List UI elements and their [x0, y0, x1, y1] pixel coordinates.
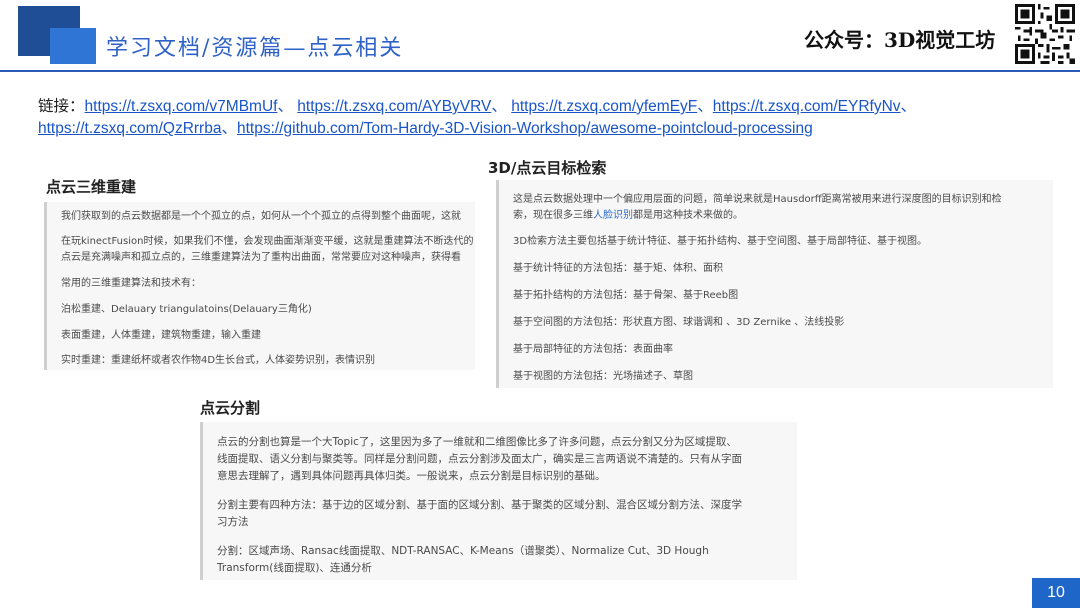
header-divider	[0, 70, 1080, 72]
qr-code-icon	[1015, 4, 1075, 64]
retrieval-panel: 这是点云数据处理中一个偏应用层面的问题，简单说来就是Hausdorff距离常被用…	[496, 180, 1053, 388]
retrieval-line: 基于空间图的方法包括：形状直方图、球谐调和 、3D Zernike 、法线投影	[513, 317, 845, 328]
links-paragraph: 链接：https://t.zsxq.com/v7MBmUf、 https://t…	[38, 96, 1068, 140]
face-recognition-link[interactable]: 人脸识别	[593, 210, 633, 221]
retrieval-line: 基于统计特征的方法包括：基于矩、体积、面积	[513, 263, 723, 274]
reconstruction-line: 实时重建：重建纸杯或者农作物4D生长台式，人体姿势识别，表情识别	[61, 355, 376, 366]
link-5[interactable]: https://t.zsxq.com/QzRrrba	[38, 120, 221, 137]
retrieval-line: 基于拓扑结构的方法包括：基于骨架、基于Reeb图	[513, 290, 739, 301]
reconstruction-line: 在玩kinectFusion时候，如果我们不懂，会发现曲面渐渐变平缓，这就是重建…	[61, 236, 474, 247]
link-separator: 、	[221, 120, 237, 137]
retrieval-line: 3D检索方法主要包括基于统计特征、基于拓扑结构、基于空间图、基于局部特征、基于视…	[513, 236, 928, 247]
retrieval-text: 索，现在很多三维	[513, 210, 593, 221]
reconstruction-line: 表面重建，人体重建，建筑物重建，输入重建	[61, 330, 261, 341]
page-number: 10	[1032, 578, 1080, 608]
reconstruction-line: 常用的三维重建算法和技术有：	[61, 278, 201, 289]
segmentation-line: 线面提取、语义分割与聚类等。同样是分割问题，点云分割涉及面太广，确实是三言两语说…	[217, 453, 742, 465]
segmentation-line: 意思去理解了，遇到具体问题再具体归类。一般说来，点云分割是目标识别的基础。	[217, 470, 606, 482]
segmentation-line: Transform(线面提取)、连通分析	[217, 562, 372, 574]
link-4[interactable]: https://t.zsxq.com/EYRfyNv	[713, 98, 901, 115]
links-prefix: 链接：	[38, 98, 85, 115]
segmentation-line: 分割主要有四种方法：基于边的区域分割、基于面的区域分割、基于聚类的区域分割、混合…	[217, 499, 742, 511]
segmentation-line: 习方法	[217, 516, 249, 528]
link-separator: 、	[697, 98, 713, 115]
logo-square-light	[50, 28, 96, 64]
reconstruction-line: 我们获取到的点云数据都是一个个孤立的点，如何从一个个孤立的点得到整个曲面呢，这就	[61, 211, 461, 222]
link-2[interactable]: https://t.zsxq.com/AYByVRV	[297, 98, 491, 115]
retrieval-line: 索，现在很多三维人脸识别都是用这种技术来做的。	[513, 208, 743, 224]
retrieval-text: 都是用这种技术来做的。	[633, 210, 743, 221]
retrieval-line: 基于视图的方法包括：光场描述子、草图	[513, 371, 693, 382]
section-title-reconstruction: 点云三维重建	[46, 178, 137, 196]
link-3[interactable]: https://t.zsxq.com/yfemEyF	[511, 98, 697, 115]
page-title: 学习文档/资源篇—点云相关	[106, 36, 404, 61]
segmentation-line: 分割：区域声场、Ransac线面提取、NDT-RANSAC、K-Means（谱聚…	[217, 545, 709, 557]
section-title-segmentation: 点云分割	[200, 399, 261, 417]
link-1[interactable]: https://t.zsxq.com/v7MBmUf	[85, 98, 278, 115]
segmentation-line: 点云的分割也算是一个大Topic了，这里因为多了一维就和二维图像比多了许多问题，…	[217, 436, 737, 448]
link-6[interactable]: https://github.com/Tom-Hardy-3D-Vision-W…	[237, 120, 813, 137]
link-separator: 、	[277, 98, 293, 115]
link-separator: 、	[900, 98, 917, 115]
reconstruction-panel: 我们获取到的点云数据都是一个个孤立的点，如何从一个个孤立的点得到整个曲面呢，这就…	[44, 202, 475, 370]
reconstruction-line: 点云是充满噪声和孤立点的，三维重建算法为了重构出曲面，常常要应对这种噪声，获得看	[61, 252, 461, 263]
segmentation-panel: 点云的分割也算是一个大Topic了，这里因为多了一维就和二维图像比多了许多问题，…	[200, 422, 797, 580]
section-title-retrieval: 3D/点云目标检索	[488, 159, 607, 177]
retrieval-line: 基于局部特征的方法包括：表面曲率	[513, 344, 673, 355]
retrieval-line: 这是点云数据处理中一个偏应用层面的问题，简单说来就是Hausdorff距离常被用…	[513, 194, 1002, 205]
link-separator: 、	[491, 98, 507, 115]
account-label: 公众号：3D视觉工坊	[804, 28, 996, 52]
reconstruction-line: 泊松重建、Delauary triangulatoins(Delauary三角化…	[61, 304, 312, 315]
